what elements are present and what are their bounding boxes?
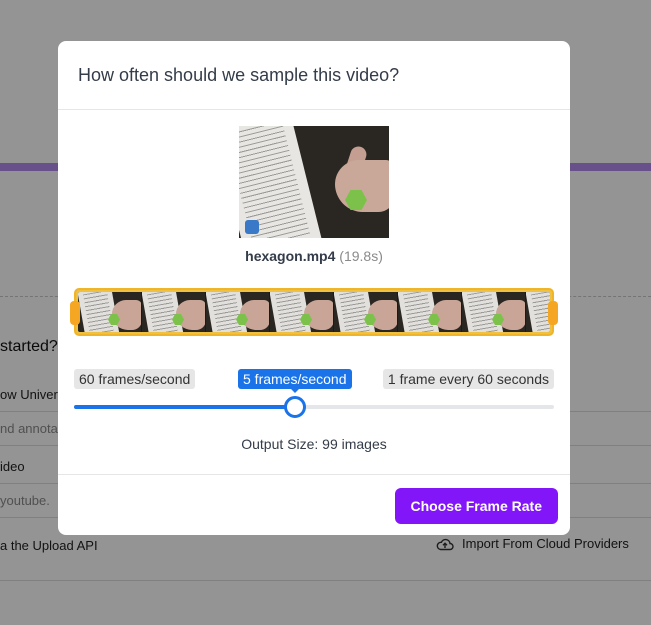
slider-max-label: 1 frame every 60 seconds	[382, 369, 554, 389]
choose-frame-rate-button[interactable]: Choose Frame Rate	[394, 488, 558, 524]
video-info: hexagon.mp4 (19.8s)	[58, 248, 570, 264]
video-thumbnail	[239, 126, 389, 238]
slider-value-tooltip: 5 frames/second	[238, 369, 352, 393]
slider-thumb[interactable]	[284, 396, 306, 418]
filmstrip-frame	[142, 292, 206, 332]
dialog-title: How often should we sample this video?	[78, 65, 400, 85]
output-size: Output Size: 99 images	[241, 436, 387, 452]
filmstrip-frame	[398, 292, 462, 332]
filmstrip-frame	[270, 292, 334, 332]
frame-rate-dialog: How often should we sample this video? h…	[58, 41, 570, 535]
filmstrip-frames	[78, 292, 550, 332]
filmstrip-frame	[526, 292, 550, 332]
video-filename: hexagon.mp4	[245, 248, 336, 264]
filmstrip-frame	[462, 292, 526, 332]
video-filmstrip[interactable]	[70, 288, 558, 336]
video-duration: (19.8s)	[339, 248, 383, 264]
dialog-footer: Choose Frame Rate	[58, 474, 570, 535]
filmstrip-frame	[206, 292, 270, 332]
filmstrip-frame	[78, 292, 142, 332]
trim-start-handle[interactable]	[70, 301, 80, 325]
slider-fill	[74, 405, 295, 409]
filmstrip-frame	[334, 292, 398, 332]
dialog-header: How often should we sample this video?	[58, 41, 570, 110]
frame-rate-slider[interactable]	[74, 396, 554, 418]
slider-min-label: 60 frames/second	[74, 369, 196, 389]
trim-end-handle[interactable]	[548, 301, 558, 325]
